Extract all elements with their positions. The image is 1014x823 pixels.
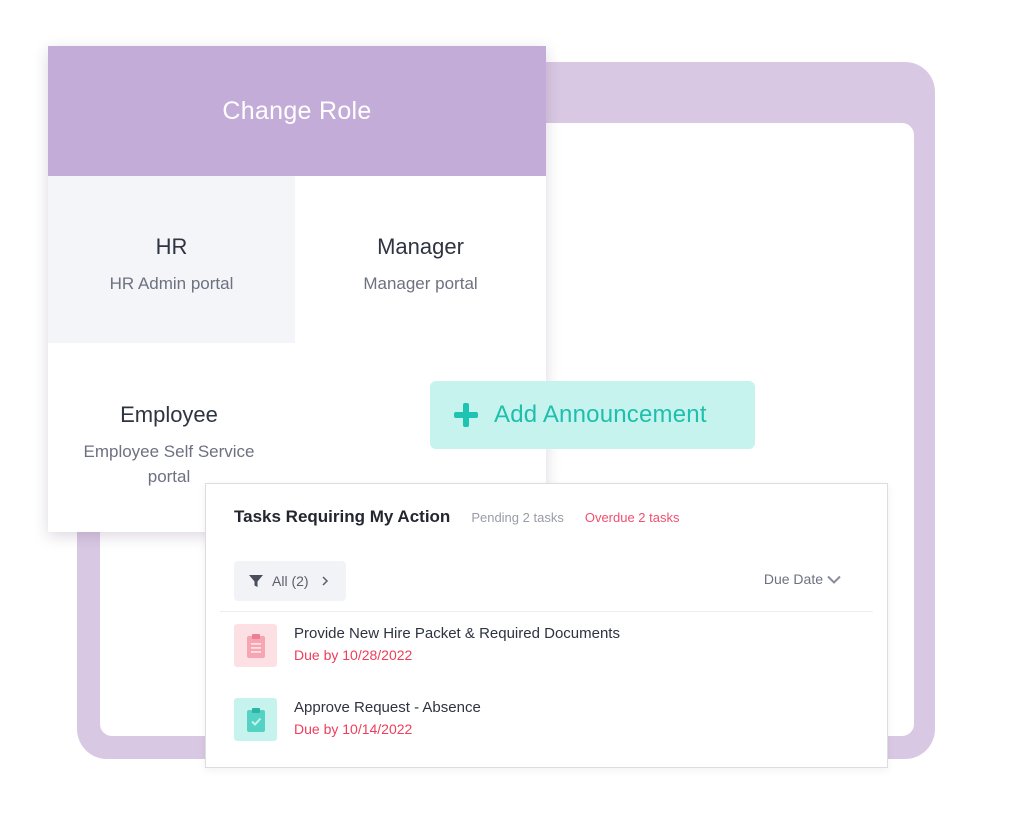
task-due-date: Due by 10/28/2022 [294,647,413,663]
filter-icon [249,575,263,587]
change-role-card: Change Role HR HR Admin portal Manager M… [48,46,546,532]
tasks-card: Tasks Requiring My Action Pending 2 task… [205,483,888,768]
change-role-header: Change Role [48,46,546,176]
divider [220,611,873,612]
change-role-title: Change Role [222,96,372,125]
task-due-date: Due by 10/14/2022 [294,721,413,737]
role-description: Employee Self Service portal [83,442,255,486]
role-name: Employee [120,402,218,427]
add-announcement-button[interactable]: Add Announcement [430,381,755,449]
task-name: Approve Request - Absence [294,699,481,716]
chevron-right-icon [322,576,328,586]
filter-label: All (2) [272,573,309,589]
role-name: Manager [377,234,464,259]
plus-icon [454,403,478,427]
filter-button[interactable]: All (2) [234,561,346,601]
role-name: HR [155,234,188,259]
overdue-tasks-count[interactable]: Overdue 2 tasks [585,510,680,525]
task-text: Provide New Hire Packet & Required Docum… [294,624,620,663]
sort-due-date-button[interactable]: Due Date [764,571,841,587]
role-option-hr[interactable]: HR HR Admin portal [48,176,295,343]
task-text: Approve Request - Absence Due by 10/14/2… [294,698,481,737]
sort-label: Due Date [763,571,823,587]
role-description: HR Admin portal [109,274,234,293]
role-option-manager[interactable]: Manager Manager portal [295,176,546,343]
task-name: Provide New Hire Packet & Required Docum… [294,625,620,642]
task-item[interactable]: Provide New Hire Packet & Required Docum… [234,624,620,667]
tasks-title: Tasks Requiring My Action [234,507,451,526]
add-announcement-label: Add Announcement [494,401,707,428]
clipboard-check-icon [234,698,277,741]
task-item[interactable]: Approve Request - Absence Due by 10/14/2… [234,698,481,741]
pending-tasks-count[interactable]: Pending 2 tasks [471,510,564,525]
clipboard-list-icon [234,624,277,667]
tasks-header: Tasks Requiring My Action Pending 2 task… [234,507,679,527]
role-options: HR HR Admin portal Manager Manager porta… [48,176,546,532]
role-description: Manager portal [363,274,478,293]
chevron-down-icon [827,575,841,584]
